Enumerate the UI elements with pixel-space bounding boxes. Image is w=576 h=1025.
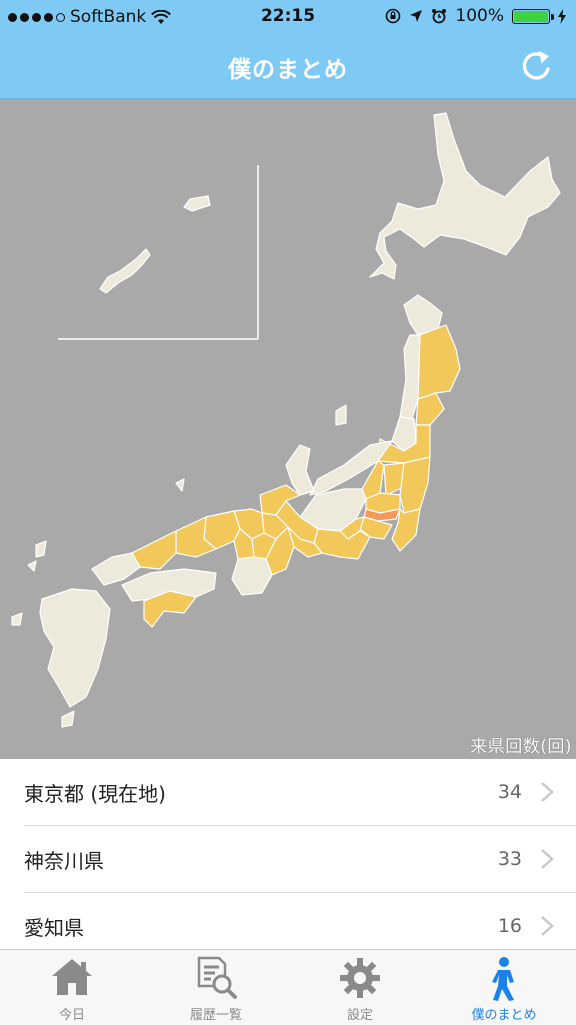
prefecture-okinawa-inset bbox=[99, 248, 151, 294]
map-canvas bbox=[11, 112, 561, 728]
tab-label: 僕のまとめ bbox=[471, 1008, 537, 1023]
prefecture-shizuoka bbox=[313, 528, 371, 560]
prefecture-ibaraki bbox=[399, 456, 431, 514]
gear-icon bbox=[340, 958, 380, 998]
visit-count: 33 bbox=[497, 848, 522, 870]
prefecture-miyagi bbox=[415, 392, 445, 426]
prefecture-iwate bbox=[417, 324, 461, 400]
location-arrow-icon bbox=[410, 10, 423, 22]
tab-history[interactable]: 履歴一覧 bbox=[144, 950, 288, 1025]
tab-settings[interactable]: 設定 bbox=[288, 950, 432, 1025]
chevron-right-icon bbox=[541, 782, 554, 802]
chevron-right-icon bbox=[541, 916, 554, 936]
alarm-icon bbox=[432, 9, 447, 24]
japan-prefecture-map[interactable]: 来県回数(回) bbox=[0, 99, 576, 759]
list-item[interactable]: 神奈川県 33 bbox=[24, 826, 576, 893]
tab-today[interactable]: 今日 bbox=[0, 950, 144, 1025]
prefecture-name: 神奈川県 bbox=[24, 848, 104, 873]
tab-label: 設定 bbox=[346, 1008, 373, 1023]
list-item[interactable]: 東京都 (現在地) 34 bbox=[24, 759, 576, 826]
prefecture-visit-list: 東京都 (現在地) 34 神奈川県 33 愛知県 16 bbox=[0, 759, 576, 949]
status-right: 100% bbox=[385, 6, 566, 26]
navigation-bar: 僕のまとめ bbox=[0, 34, 576, 99]
page-title: 僕のまとめ bbox=[228, 57, 348, 83]
charging-bolt-icon bbox=[558, 8, 566, 24]
tab-my-summary[interactable]: 僕のまとめ bbox=[432, 950, 576, 1025]
status-bar: SoftBank 22:15 100% bbox=[0, 0, 576, 34]
history-search-icon bbox=[197, 956, 237, 999]
home-icon bbox=[52, 959, 92, 995]
map-caption: 来県回数(回) bbox=[470, 737, 572, 757]
refresh-icon[interactable] bbox=[518, 48, 554, 84]
prefecture-shimane-hiroshima bbox=[131, 530, 177, 570]
visit-count: 16 bbox=[497, 915, 522, 937]
tab-label: 履歴一覧 bbox=[189, 1008, 242, 1023]
walking-person-icon bbox=[492, 957, 514, 1001]
prefecture-wakayama bbox=[231, 556, 273, 596]
list-item[interactable]: 愛知県 16 bbox=[24, 893, 576, 949]
prefecture-hokkaido bbox=[369, 112, 561, 280]
chevron-right-icon bbox=[541, 849, 554, 869]
rotation-lock-icon bbox=[386, 8, 401, 24]
battery-icon bbox=[512, 8, 554, 24]
tab-label: 今日 bbox=[58, 1008, 85, 1023]
prefecture-kyushu bbox=[39, 588, 111, 708]
battery-percent: 100% bbox=[455, 6, 504, 26]
prefecture-name: 愛知県 bbox=[24, 915, 84, 940]
tab-bar: 今日 履歴一覧 設定 僕のまとめ bbox=[0, 949, 576, 1025]
visit-count: 34 bbox=[497, 781, 522, 803]
prefecture-name: 東京都 (現在地) bbox=[24, 781, 166, 806]
